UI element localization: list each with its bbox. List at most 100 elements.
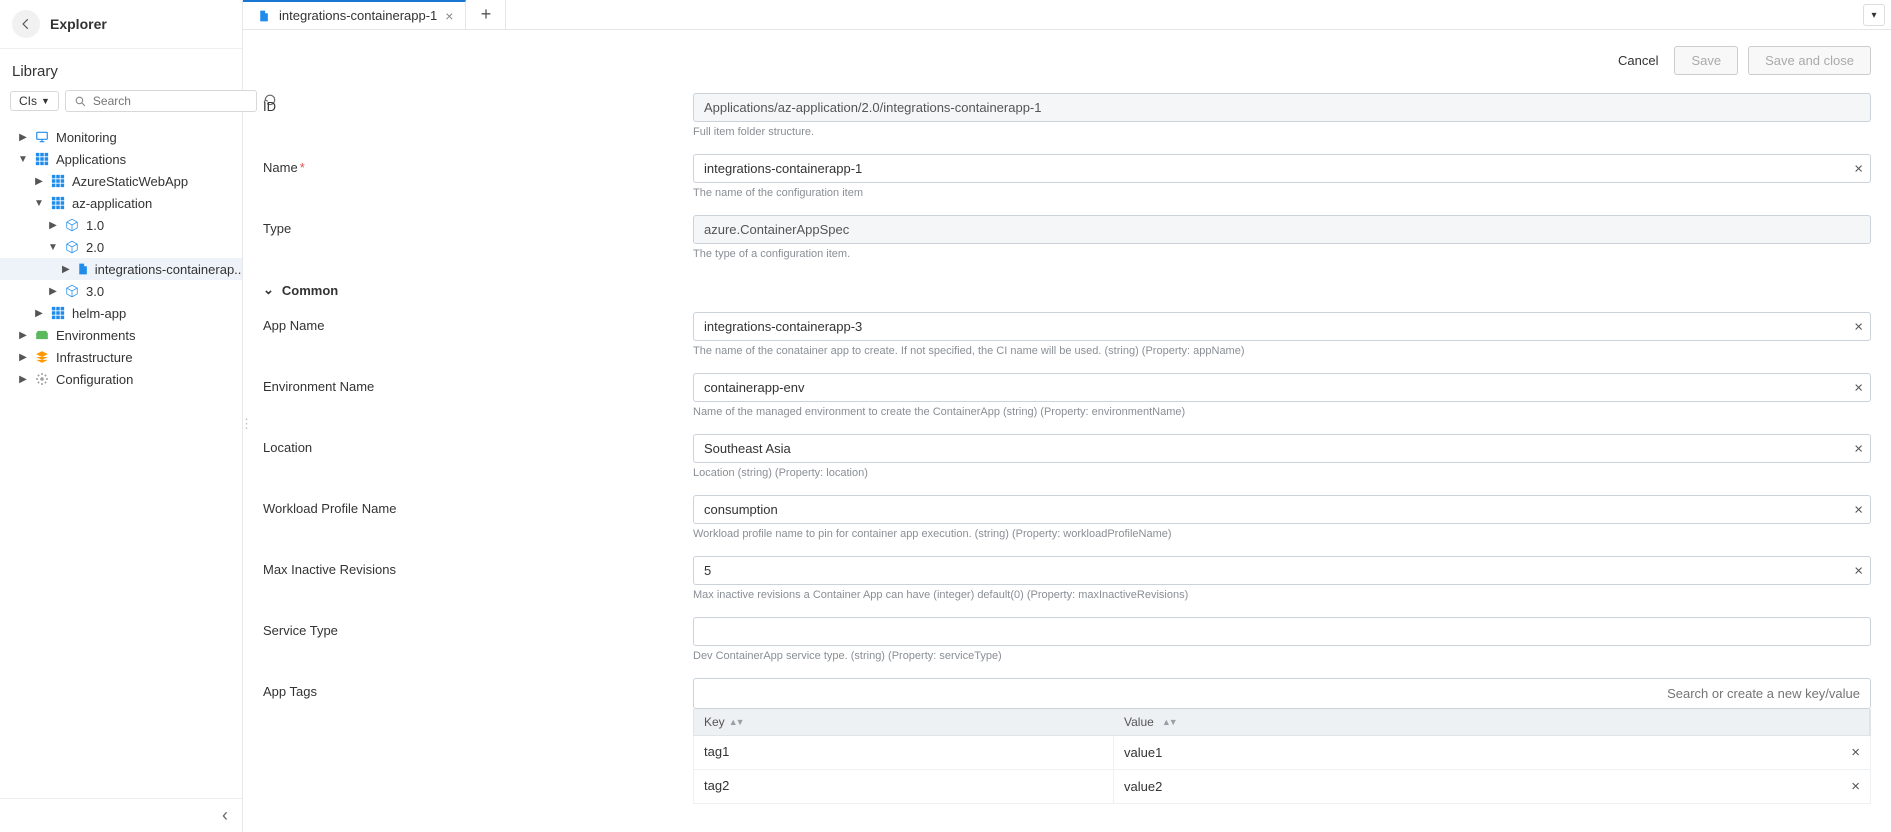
library-heading: Library [0,49,242,84]
clear-icon[interactable]: × [1854,379,1863,396]
collapse-sidebar-button[interactable]: ‹ [0,798,242,832]
tree-item-monitoring[interactable]: ▶ Monitoring [0,126,242,148]
cube-icon [64,239,80,255]
tree-item-configuration[interactable]: ▶ Configuration [0,368,242,390]
layers-icon [34,349,50,365]
section-common[interactable]: ⌄ Common [263,268,1871,304]
input-location[interactable] [693,434,1871,463]
label-name: Name* [263,154,693,175]
apptags-header: Key▲▼ Value▲▼ [693,709,1871,736]
tree-item-integrations[interactable]: ▶ integrations-containerap... ⋮ [0,258,242,280]
cell-key: tag2 [694,770,1114,803]
chevron-left-icon: ‹ [222,805,228,825]
label-maxrev: Max Inactive Revisions [263,556,693,577]
back-button[interactable] [12,10,40,38]
input-appname[interactable] [693,312,1871,341]
chevron-down-icon: ⌄ [263,282,274,298]
search-input-wrap[interactable] [65,90,257,112]
arrow-left-icon [19,17,33,31]
hint-name: The name of the configuration item [693,187,1871,199]
plus-icon: + [481,4,492,25]
input-svctype[interactable] [693,617,1871,646]
search-icon [74,95,87,108]
input-workload[interactable] [693,495,1871,524]
tree-item-azurestatic[interactable]: ▶ AzureStaticWebApp [0,170,242,192]
label-apptags: App Tags [263,678,693,699]
clear-icon[interactable]: × [1854,501,1863,518]
tree-item-v1[interactable]: ▶ 1.0 [0,214,242,236]
tab-item[interactable]: integrations-containerapp-1 × [243,0,466,29]
hint-location: Location (string) (Property: location) [693,467,1871,479]
sidebar: Explorer Library CIs ▼ ▶ Monitoring [0,0,243,832]
sort-icon: ▲▼ [1162,717,1176,727]
clear-icon[interactable]: × [1854,160,1863,177]
cancel-button[interactable]: Cancel [1612,49,1664,72]
hint-id: Full item folder structure. [693,126,1871,138]
chevron-down-icon: ▼ [41,96,50,106]
hint-envname: Name of the managed environment to creat… [693,406,1871,418]
tabstrip: integrations-containerapp-1 × + ▾ [243,0,1891,30]
hint-appname: The name of the conatainer app to create… [693,345,1871,357]
action-bar: Cancel Save Save and close [243,30,1891,85]
tab-overflow-button[interactable]: ▾ [1863,4,1885,26]
close-icon[interactable]: × [445,8,453,24]
caret-right-icon: ▶ [48,220,58,231]
caret-down-icon: ▼ [34,198,44,209]
clear-icon[interactable]: × [1854,562,1863,579]
tree-item-environments[interactable]: ▶ Environments [0,324,242,346]
label-envname: Environment Name [263,373,693,394]
delete-row-button[interactable]: × [1851,744,1860,761]
input-name[interactable] [693,154,1871,183]
caret-right-icon: ▶ [34,176,44,187]
tree-item-v2[interactable]: ▼ 2.0 [0,236,242,258]
col-key[interactable]: Key▲▼ [694,709,1114,735]
caret-right-icon: ▶ [18,352,28,363]
tree-item-helm[interactable]: ▶ helm-app [0,302,242,324]
input-envname[interactable] [693,373,1871,402]
sort-icon: ▲▼ [729,717,743,727]
input-maxrev[interactable] [693,556,1871,585]
clear-icon[interactable]: × [1854,440,1863,457]
add-tab-button[interactable]: + [466,0,506,29]
grid-icon [50,305,66,321]
caret-right-icon: ▶ [34,308,44,319]
caret-down-icon: ▼ [48,242,58,253]
tab-label: integrations-containerapp-1 [279,8,437,23]
caret-right-icon: ▶ [18,132,28,143]
save-close-button[interactable]: Save and close [1748,46,1871,75]
grid-icon [34,151,50,167]
cell-value: value2× [1114,770,1870,803]
input-type [693,215,1871,244]
table-row: tag1value1× [693,736,1871,770]
caret-right-icon: ▶ [48,286,58,297]
search-input[interactable] [93,94,248,108]
save-button[interactable]: Save [1674,46,1738,75]
tree-item-v3[interactable]: ▶ 3.0 [0,280,242,302]
label-id: ID [263,93,693,114]
label-workload: Workload Profile Name [263,495,693,516]
cell-value: value1× [1114,736,1870,769]
file-icon [255,8,271,24]
tree: ▶ Monitoring ▼ Applications ▶ AzureStati… [0,122,242,798]
tree-item-applications[interactable]: ▼ Applications [0,148,242,170]
hint-workload: Workload profile name to pin for contain… [693,528,1871,540]
label-type: Type [263,215,693,236]
caret-right-icon: ▶ [18,330,28,341]
clear-icon[interactable]: × [1854,318,1863,335]
delete-row-button[interactable]: × [1851,778,1860,795]
col-value[interactable]: Value▲▼ [1114,709,1870,735]
hint-type: The type of a configuration item. [693,248,1871,260]
label-svctype: Service Type [263,617,693,638]
grid-icon [50,173,66,189]
input-id [693,93,1871,122]
tree-item-az-application[interactable]: ▼ az-application [0,192,242,214]
input-apptags-search[interactable] [693,678,1871,709]
cube-icon [64,217,80,233]
gear-icon [34,371,50,387]
split-handle[interactable]: ⋮ [243,416,253,432]
form: ID Full item folder structure. Name* × T… [243,85,1891,832]
box-icon [34,327,50,343]
monitor-icon [34,129,50,145]
cls-filter[interactable]: CIs ▼ [10,91,59,111]
tree-item-infrastructure[interactable]: ▶ Infrastructure [0,346,242,368]
